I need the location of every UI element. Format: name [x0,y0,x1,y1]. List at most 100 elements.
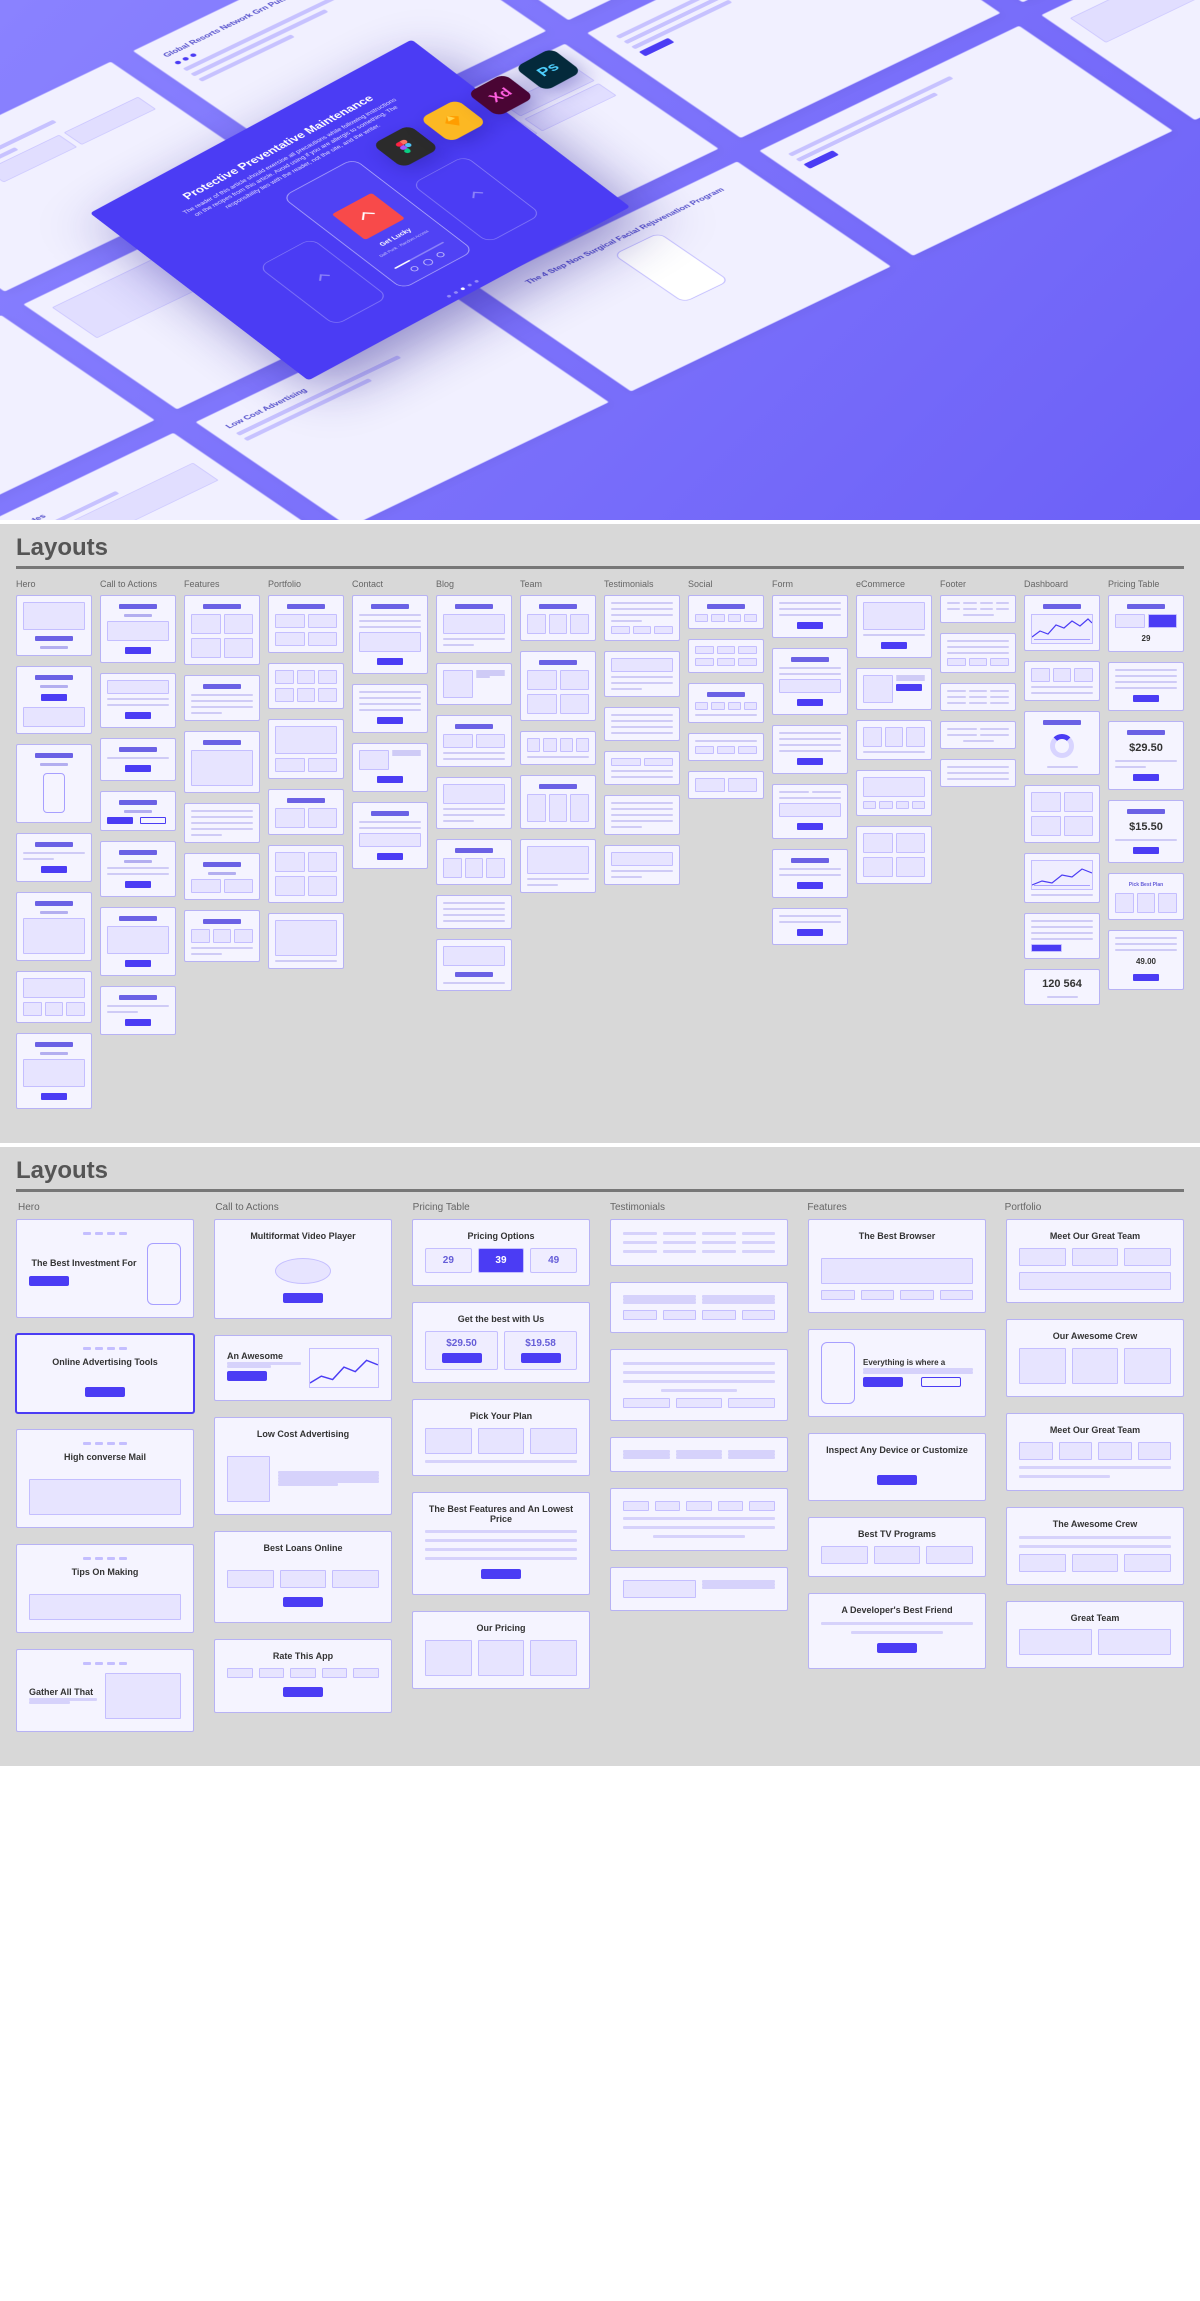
layout-thumb[interactable] [268,719,344,779]
layout-card[interactable]: Pricing Options293949 [412,1219,590,1286]
layout-card[interactable]: Meet Our Great Team [1006,1413,1184,1491]
layout-thumb[interactable] [436,839,512,885]
layout-thumb[interactable] [268,913,344,969]
layout-thumb[interactable] [100,841,176,897]
layout-thumb[interactable]: 29 [1108,595,1184,652]
layout-card[interactable]: Everything is where a [808,1329,986,1417]
layout-thumb[interactable] [436,663,512,705]
layout-thumb[interactable] [1024,913,1100,959]
layout-thumb[interactable] [520,595,596,641]
layout-thumb[interactable] [268,789,344,835]
layout-thumb[interactable] [184,803,260,843]
layout-thumb[interactable] [520,731,596,765]
layout-thumb[interactable] [772,725,848,774]
layout-thumb[interactable] [16,595,92,656]
layout-card[interactable]: Multiformat Video Player [214,1219,392,1319]
layout-thumb[interactable] [16,892,92,961]
layout-card[interactable]: Our Pricing [412,1611,590,1689]
layout-thumb[interactable] [688,771,764,799]
layout-thumb[interactable] [436,715,512,767]
layout-card[interactable]: High converse Mail [16,1429,194,1528]
layout-thumb[interactable] [16,744,92,823]
layout-thumb[interactable] [184,595,260,665]
layout-card[interactable] [610,1437,788,1472]
layout-thumb[interactable] [772,849,848,898]
layout-thumb[interactable] [520,775,596,829]
layout-thumb[interactable]: $15.50 [1108,800,1184,863]
layout-card[interactable]: Get the best with Us$29.50$19.58 [412,1302,590,1383]
layout-thumb[interactable] [772,648,848,715]
layout-thumb[interactable]: $29.50 [1108,721,1184,790]
layout-thumb[interactable] [1024,853,1100,903]
layout-thumb[interactable] [688,683,764,723]
layout-thumb[interactable] [772,595,848,638]
layout-card[interactable]: Best Loans Online [214,1531,392,1623]
layout-thumb[interactable] [184,853,260,900]
layout-thumb[interactable] [688,639,764,673]
layout-thumb[interactable] [604,845,680,885]
layout-thumb[interactable] [1024,711,1100,775]
layout-card[interactable]: Online Advertising Tools [16,1334,194,1413]
layout-thumb[interactable]: Pick Best Plan [1108,873,1184,920]
layout-thumb[interactable] [604,595,680,641]
layout-thumb[interactable] [940,595,1016,623]
layout-thumb[interactable] [856,826,932,884]
layout-thumb[interactable] [16,833,92,882]
layout-thumb[interactable] [1024,785,1100,843]
layout-thumb[interactable] [856,720,932,760]
layout-thumb[interactable] [268,845,344,903]
layout-thumb[interactable] [856,595,932,658]
layout-thumb[interactable] [184,731,260,793]
layout-card[interactable]: A Developer's Best Friend [808,1593,986,1669]
layout-thumb[interactable] [604,751,680,785]
layout-thumb[interactable] [184,910,260,962]
layout-card[interactable] [610,1488,788,1551]
layout-thumb[interactable] [772,908,848,945]
layout-card[interactable]: Great Team [1006,1601,1184,1669]
layout-thumb[interactable] [436,939,512,991]
layout-thumb[interactable] [688,733,764,761]
layout-thumb[interactable] [100,595,176,663]
layout-card[interactable]: The Awesome Crew [1006,1507,1184,1585]
layout-card[interactable]: Inspect Any Device or Customize [808,1433,986,1501]
layout-thumb[interactable] [16,971,92,1023]
layout-thumb[interactable] [16,666,92,734]
layout-card[interactable]: The Best Investment For [16,1219,194,1318]
layout-card[interactable] [610,1567,788,1611]
layout-thumb[interactable] [352,595,428,674]
layout-thumb[interactable] [352,743,428,792]
layout-card[interactable]: An Awesome [214,1335,392,1401]
layout-thumb[interactable] [604,707,680,741]
layout-thumb[interactable]: 120 564 [1024,969,1100,1005]
layout-card[interactable]: Low Cost Advertising [214,1417,392,1515]
layout-card[interactable]: Our Awesome Crew [1006,1319,1184,1397]
layout-thumb[interactable] [940,683,1016,711]
layout-thumb[interactable] [940,633,1016,673]
layout-thumb[interactable]: 49.00 [1108,930,1184,990]
layout-thumb[interactable] [688,595,764,629]
layout-thumb[interactable] [1024,595,1100,651]
layout-thumb[interactable] [940,759,1016,787]
layout-card[interactable]: The Best Browser [808,1219,986,1313]
layout-thumb[interactable] [184,675,260,721]
layout-card[interactable] [610,1349,788,1421]
layout-thumb[interactable] [100,738,176,781]
layout-thumb[interactable] [520,651,596,721]
layout-card[interactable]: Rate This App [214,1639,392,1713]
layout-thumb[interactable] [520,839,596,893]
layout-thumb[interactable] [772,784,848,839]
layout-thumb[interactable] [436,777,512,829]
layout-card[interactable] [610,1219,788,1266]
layout-thumb[interactable] [100,791,176,831]
layout-thumb[interactable] [436,595,512,653]
layout-thumb[interactable] [352,802,428,869]
layout-card[interactable]: Gather All That [16,1649,194,1732]
layout-card[interactable]: Best TV Programs [808,1517,986,1577]
layout-thumb[interactable] [1108,662,1184,711]
layout-thumb[interactable] [436,895,512,929]
layout-thumb[interactable] [856,668,932,710]
layout-thumb[interactable] [100,986,176,1035]
layout-thumb[interactable] [940,721,1016,749]
layout-thumb[interactable] [268,595,344,653]
layout-thumb[interactable] [16,1033,92,1109]
